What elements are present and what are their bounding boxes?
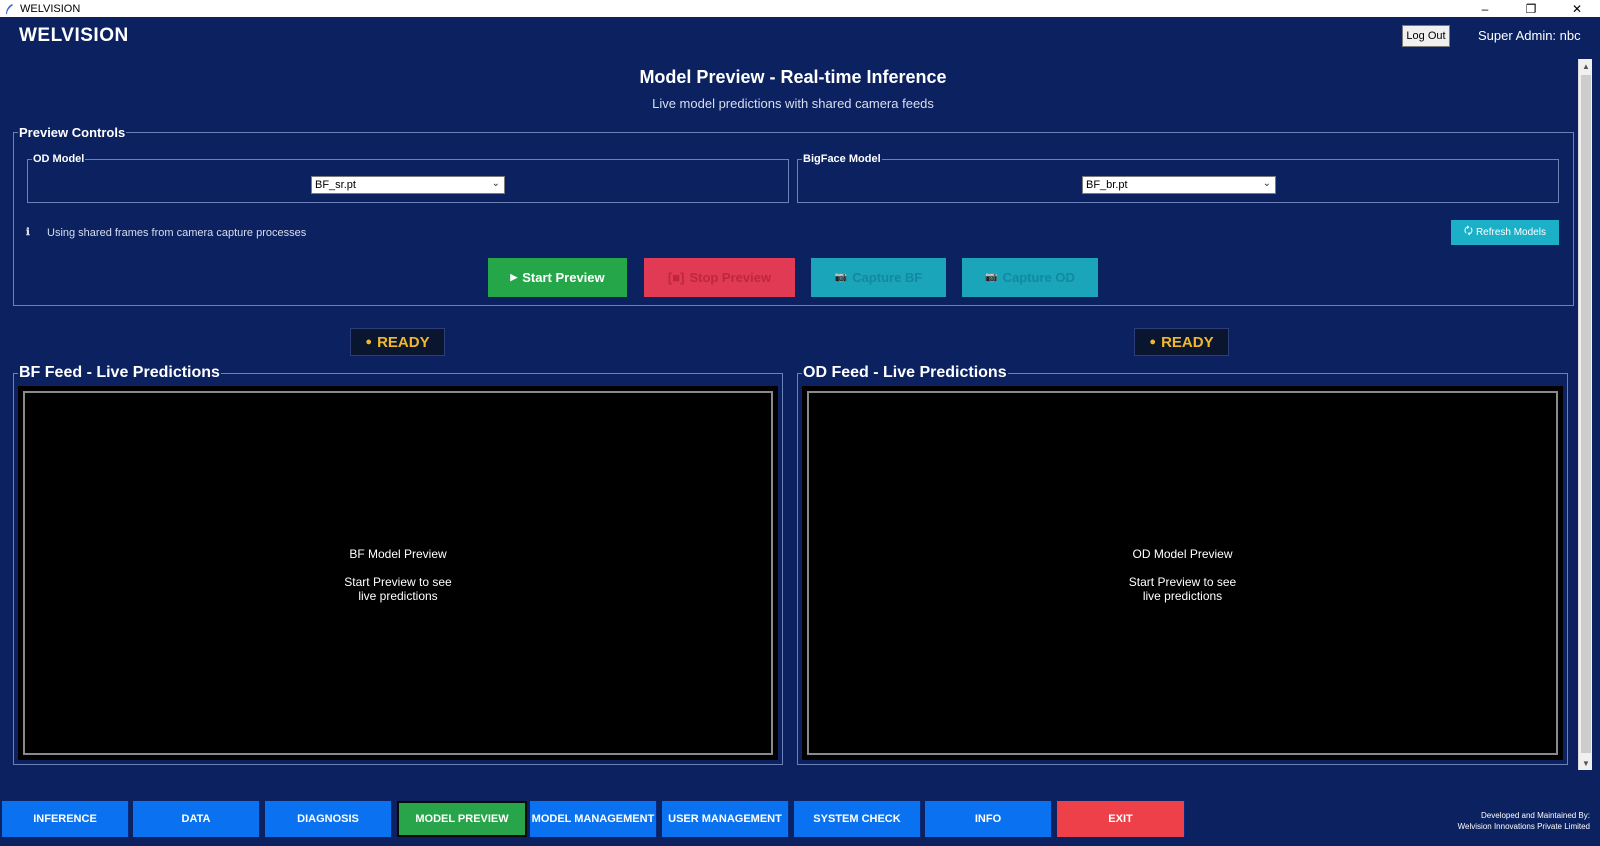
user-label: Super Admin: nbc bbox=[1478, 28, 1581, 43]
camera-icon: 📷 bbox=[834, 272, 848, 283]
maximize-button[interactable]: ❐ bbox=[1508, 0, 1554, 17]
od-status-badge: ● READY bbox=[1134, 328, 1229, 356]
scroll-up-icon[interactable]: ▲ bbox=[1579, 59, 1593, 73]
capture-od-label: Capture OD bbox=[1002, 270, 1075, 285]
od-feed-title: OD Feed - Live Predictions bbox=[803, 364, 1007, 381]
capture-bf-button[interactable]: 📷 Capture BF bbox=[811, 258, 946, 297]
status-dot-icon: ● bbox=[1149, 336, 1157, 348]
bf-feed-canvas: BF Model Preview Start Preview to see li… bbox=[18, 386, 778, 760]
vertical-scrollbar[interactable]: ▲ ▼ bbox=[1578, 59, 1592, 770]
close-window-button[interactable]: ✕ bbox=[1554, 0, 1600, 17]
play-icon: ▶ bbox=[510, 272, 518, 282]
nav-diagnosis[interactable]: DIAGNOSIS bbox=[265, 801, 392, 837]
start-preview-label: Start Preview bbox=[522, 270, 605, 285]
nav-exit[interactable]: EXIT bbox=[1057, 801, 1185, 837]
bf-feed-frame: BF Model Preview Start Preview to see li… bbox=[23, 391, 773, 755]
credit-line-2: Welvision Innovations Private Limited bbox=[1457, 822, 1590, 831]
stop-icon: [■] bbox=[667, 270, 685, 285]
bf-feed-placeholder-title: BF Model Preview bbox=[349, 547, 447, 561]
bf-feed-placeholder-line: live predictions bbox=[358, 589, 438, 603]
od-model-select[interactable]: BF_sr.pt ⌄ bbox=[311, 176, 505, 194]
page-title: Model Preview - Real-time Inference bbox=[639, 67, 947, 87]
bf-feed-title: BF Feed - Live Predictions bbox=[19, 364, 220, 381]
od-feed-canvas: OD Model Preview Start Preview to see li… bbox=[802, 386, 1563, 760]
nav-inference[interactable]: INFERENCE bbox=[2, 801, 129, 837]
logout-button[interactable]: Log Out bbox=[1402, 25, 1450, 47]
credit-line-1: Developed and Maintained By: bbox=[1481, 811, 1590, 820]
preview-controls-legend: Preview Controls bbox=[19, 125, 126, 140]
od-model-label: OD Model bbox=[33, 153, 85, 165]
nav-user-management[interactable]: USER MANAGEMENT bbox=[662, 801, 789, 837]
od-feed-placeholder-line: Start Preview to see bbox=[1128, 575, 1237, 589]
od-feed-panel: OD Feed - Live Predictions OD Model Prev… bbox=[797, 364, 1568, 765]
refresh-models-button[interactable]: 🗘 Refresh Models bbox=[1451, 220, 1559, 245]
bf-feed-placeholder-line: Start Preview to see bbox=[344, 575, 452, 589]
bigface-model-select[interactable]: BF_br.pt ⌄ bbox=[1082, 176, 1276, 194]
nav-model-management[interactable]: MODEL MANAGEMENT bbox=[530, 801, 657, 837]
window-title: WELVISION bbox=[20, 2, 81, 15]
page-subtitle: Live model predictions with shared camer… bbox=[652, 96, 934, 111]
window-titlebar: WELVISION – ❐ ✕ bbox=[0, 0, 1600, 17]
refresh-icon: 🗘 bbox=[1464, 226, 1473, 237]
nav-system-check[interactable]: SYSTEM CHECK bbox=[794, 801, 921, 837]
info-icon: ℹ bbox=[26, 227, 30, 238]
brand-logo-text: WELVISION bbox=[19, 25, 129, 46]
status-dot-icon: ● bbox=[365, 336, 373, 348]
scroll-down-icon[interactable]: ▼ bbox=[1579, 756, 1593, 770]
bigface-model-selected-value: BF_br.pt bbox=[1086, 179, 1128, 191]
stop-preview-label: Stop Preview bbox=[689, 270, 772, 285]
feather-app-icon bbox=[6, 3, 13, 14]
start-preview-button[interactable]: ▶ Start Preview bbox=[488, 258, 627, 297]
nav-model-preview[interactable]: MODEL PREVIEW bbox=[397, 801, 527, 837]
bf-status-text: READY bbox=[377, 333, 430, 351]
chevron-down-icon: ⌄ bbox=[491, 178, 500, 189]
scrollbar-thumb[interactable] bbox=[1581, 75, 1591, 753]
shared-frames-info-text: Using shared frames from camera capture … bbox=[47, 227, 307, 239]
od-feed-placeholder-title: OD Model Preview bbox=[1132, 547, 1233, 561]
nav-data[interactable]: DATA bbox=[133, 801, 260, 837]
chevron-down-icon: ⌄ bbox=[1262, 178, 1271, 189]
minimize-button[interactable]: – bbox=[1462, 0, 1508, 17]
developer-credit: Developed and Maintained By: Welvision I… bbox=[1438, 810, 1590, 832]
bf-status-badge: ● READY bbox=[350, 328, 445, 356]
bf-feed-panel: BF Feed - Live Predictions BF Model Prev… bbox=[13, 364, 783, 765]
capture-od-button[interactable]: 📷 Capture OD bbox=[962, 258, 1098, 297]
refresh-models-label: Refresh Models bbox=[1475, 227, 1546, 238]
capture-bf-label: Capture BF bbox=[852, 270, 923, 285]
od-model-selected-value: BF_sr.pt bbox=[315, 179, 356, 191]
od-status-text: READY bbox=[1161, 333, 1214, 351]
bigface-model-label: BigFace Model bbox=[803, 153, 881, 165]
nav-info[interactable]: INFO bbox=[925, 801, 1052, 837]
stop-preview-button[interactable]: [■] Stop Preview bbox=[644, 258, 795, 297]
od-feed-frame: OD Model Preview Start Preview to see li… bbox=[807, 391, 1558, 755]
od-feed-placeholder-line: live predictions bbox=[1142, 589, 1223, 603]
camera-icon: 📷 bbox=[985, 272, 998, 283]
